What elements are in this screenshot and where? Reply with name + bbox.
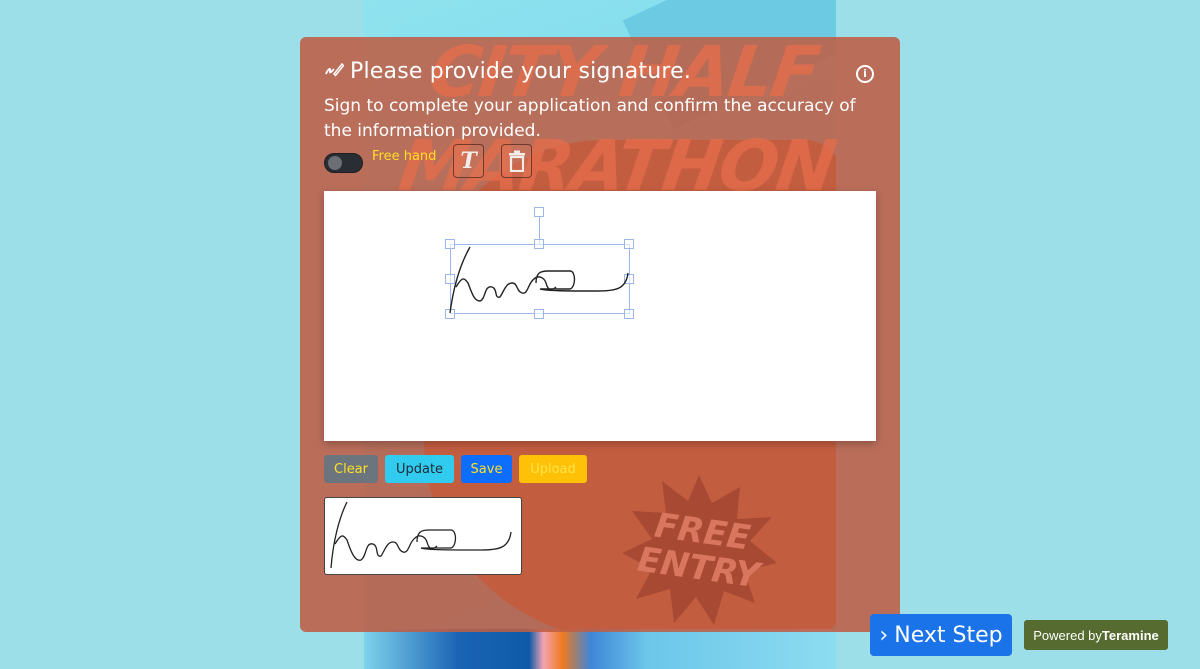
freehand-label: Free hand	[372, 149, 437, 164]
text-tool-button[interactable]: T	[453, 144, 484, 178]
chevron-right-icon: ›	[879, 622, 889, 648]
poster-bottom-strip	[364, 629, 836, 669]
info-circle-icon[interactable]: i	[856, 65, 874, 83]
signature-action-buttons: Clear Update Save Upload	[324, 455, 587, 483]
toggle-knob	[328, 156, 342, 170]
powered-by-brand: Teramine	[1101, 627, 1159, 643]
preview-signature-stroke	[330, 501, 512, 569]
signature-preview	[324, 497, 522, 575]
signature-canvas[interactable]	[324, 191, 876, 441]
next-step-button[interactable]: › Next Step	[870, 614, 1012, 656]
signature-dialog: CITY HALF MARATHON FREE ENTRY Please pro…	[300, 31, 900, 632]
dialog-header: Please provide your signature.	[324, 59, 691, 84]
signature-toolbar: Free hand T	[324, 144, 624, 178]
powered-by-badge[interactable]: Powered by Teramine	[1024, 620, 1168, 650]
dialog-title: Please provide your signature.	[350, 59, 692, 84]
clear-button[interactable]: Clear	[324, 455, 378, 483]
free-entry-badge: FREE ENTRY	[622, 475, 777, 625]
trash-icon	[508, 150, 525, 172]
text-tool-icon: T	[460, 148, 477, 174]
powered-by-prefix: Powered by	[1033, 627, 1102, 643]
signature-stroke	[449, 246, 629, 314]
rotate-handle[interactable]	[534, 207, 544, 217]
freehand-toggle[interactable]	[324, 153, 363, 173]
delete-tool-button[interactable]	[501, 144, 532, 178]
pen-signature-icon	[324, 61, 345, 82]
save-button[interactable]: Save	[461, 455, 512, 483]
next-step-label: Next Step	[894, 622, 1003, 648]
dialog-subtitle: Sign to complete your application and co…	[324, 96, 856, 141]
update-button[interactable]: Update	[385, 455, 454, 483]
upload-button[interactable]: Upload	[519, 455, 587, 483]
